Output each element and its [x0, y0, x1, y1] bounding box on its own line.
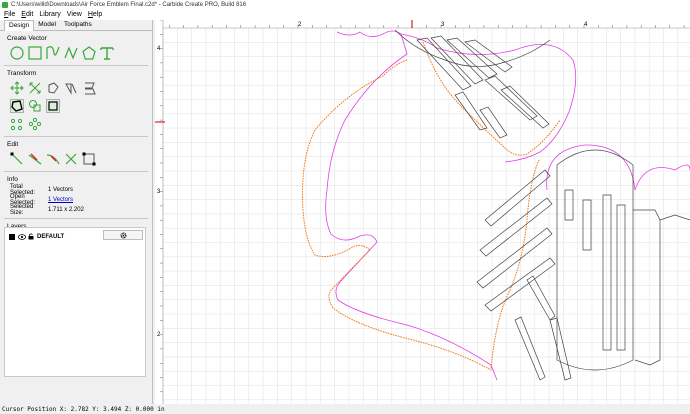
- node-edit-icon[interactable]: [10, 152, 24, 166]
- rectangle-tool-icon[interactable]: [28, 46, 42, 60]
- trim-icon[interactable]: [28, 152, 42, 166]
- curve-tool-icon[interactable]: [46, 46, 60, 60]
- left-ruler: [155, 20, 163, 404]
- selected-vector-upper: [422, 41, 561, 156]
- cut-icon[interactable]: [64, 152, 78, 166]
- transform-tools-row2: [10, 97, 152, 115]
- emblem-vectors: [394, 29, 690, 381]
- tab-model[interactable]: Model: [34, 20, 60, 31]
- status-bar: Cursor Position X: 2.782 Y: 3.494 Z: 0.0…: [0, 404, 690, 414]
- mirror-icon[interactable]: [64, 81, 78, 95]
- design-canvas[interactable]: 2 3 4 4 3 2: [155, 20, 690, 404]
- rotate-icon[interactable]: [46, 81, 60, 95]
- open-selected-link[interactable]: 1 Vectors: [48, 197, 73, 203]
- left-panel: Design Model Toolpaths Create Vector Tra…: [0, 20, 153, 404]
- menu-view[interactable]: View: [67, 11, 82, 18]
- text-tool-icon[interactable]: [100, 46, 114, 60]
- edit-tools: [10, 150, 152, 168]
- transform-tools-row3: [10, 115, 152, 133]
- boolean-subtract-icon[interactable]: [46, 99, 60, 113]
- info-selected-size: Selected Size: 1.711 x 2.202: [10, 204, 84, 216]
- app-icon: [2, 1, 8, 8]
- layer-color-swatch[interactable]: [9, 233, 15, 240]
- menu-library[interactable]: Library: [39, 11, 60, 18]
- join-icon[interactable]: [46, 152, 60, 166]
- divider: [4, 136, 148, 137]
- create-vector-tools: [10, 44, 152, 62]
- cursor-position-text: Cursor Position X: 2.782 Y: 3.494 Z: 0.0…: [2, 405, 165, 413]
- edit-title: Edit: [7, 141, 19, 148]
- menu-help[interactable]: Help: [88, 11, 102, 18]
- circle-tool-icon[interactable]: [10, 46, 24, 60]
- fillet-icon[interactable]: [82, 152, 96, 166]
- selected-vector: [302, 59, 492, 371]
- eye-icon[interactable]: [18, 233, 26, 240]
- align-icon[interactable]: [82, 81, 96, 95]
- tab-toolpaths[interactable]: Toolpaths: [60, 20, 96, 31]
- offset-icon[interactable]: [10, 99, 24, 113]
- transform-title: Transform: [7, 70, 37, 77]
- create-vector-title: Create Vector: [7, 35, 47, 42]
- info-title: Info: [7, 176, 18, 183]
- title-bar: C:\Users\willd\Downloads\Air Force Emble…: [0, 0, 690, 9]
- boolean-union-icon[interactable]: [28, 99, 42, 113]
- tab-design[interactable]: Design: [4, 20, 35, 31]
- lock-icon[interactable]: [28, 233, 34, 240]
- move-icon[interactable]: [10, 81, 24, 95]
- menu-edit[interactable]: Edit: [21, 11, 33, 18]
- divider: [4, 65, 148, 66]
- layer-settings-button[interactable]: [103, 230, 143, 240]
- panel-tabs: Design Model Toolpaths: [0, 20, 152, 31]
- scale-icon[interactable]: [28, 81, 42, 95]
- polyline-tool-icon[interactable]: [64, 46, 78, 60]
- top-ruler: [155, 20, 690, 28]
- menu-file[interactable]: File: [4, 11, 15, 18]
- layers-list: DEFAULT: [4, 227, 146, 377]
- canvas-svg[interactable]: 2 3 4 4 3 2: [155, 20, 690, 404]
- polygon-tool-icon[interactable]: [82, 46, 96, 60]
- offset-outlines: [325, 30, 690, 381]
- divider: [4, 218, 148, 219]
- grid-array-icon[interactable]: [28, 117, 42, 131]
- layer-name: DEFAULT: [37, 233, 65, 240]
- window-title: C:\Users\willd\Downloads\Air Force Emble…: [11, 1, 247, 8]
- menu-bar: File Edit Library View Help: [0, 9, 690, 20]
- divider: [4, 171, 148, 172]
- layer-row-default[interactable]: DEFAULT: [9, 230, 145, 242]
- gear-icon: [119, 231, 127, 239]
- transform-tools-row1: [10, 79, 152, 97]
- circular-array-icon[interactable]: [10, 117, 24, 131]
